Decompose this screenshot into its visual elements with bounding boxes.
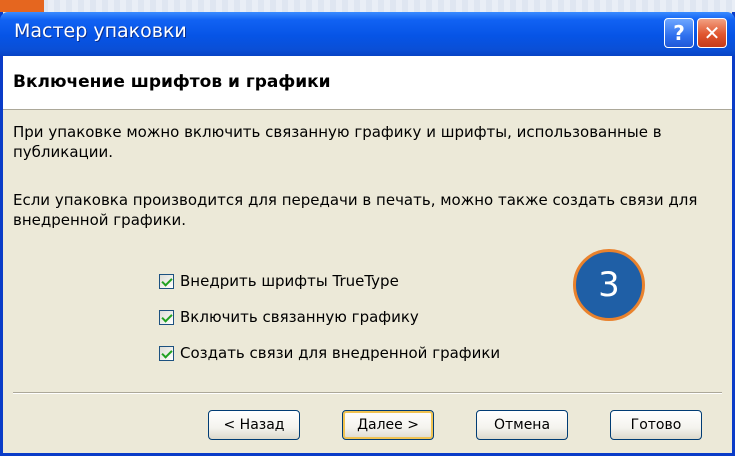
option-include-linked-graphics[interactable]: Включить связанную графику [159, 308, 419, 326]
background-accent [0, 0, 44, 12]
help-button[interactable]: ? [664, 18, 694, 48]
description-paragraph-1: При упаковке можно включить связанную гр… [13, 123, 662, 161]
step-title: Включение шрифтов и графики [13, 72, 331, 92]
next-button[interactable]: Далее > [342, 410, 434, 440]
close-button[interactable]: ✕ [697, 18, 727, 48]
checkbox-checked-icon[interactable] [159, 345, 174, 361]
option-label: Внедрить шрифты TrueType [180, 272, 399, 290]
description-paragraph-2: Если упаковка производится для передачи … [13, 191, 698, 229]
screen: Мастер упаковки ? ✕ Включение шрифтов и … [0, 0, 735, 456]
option-label: Включить связанную графику [180, 308, 419, 326]
option-create-links-embedded[interactable]: Создать связи для внедренной графики [159, 344, 500, 362]
option-label: Создать связи для внедренной графики [180, 344, 501, 362]
option-embed-truetype[interactable]: Внедрить шрифты TrueType [159, 272, 399, 290]
cancel-button[interactable]: Отмена [476, 410, 568, 440]
window-title: Мастер упаковки [14, 20, 187, 42]
divider [13, 392, 722, 394]
checkbox-checked-icon[interactable] [159, 309, 174, 325]
checkbox-checked-icon[interactable] [159, 273, 174, 289]
header-panel: Включение шрифтов и графики [3, 56, 732, 110]
finish-button[interactable]: Готово [610, 410, 702, 440]
title-bar[interactable]: Мастер упаковки ? ✕ [0, 12, 735, 56]
step-number-badge: 3 [573, 249, 645, 321]
pack-wizard-dialog: Мастер упаковки ? ✕ Включение шрифтов и … [0, 12, 735, 456]
back-button[interactable]: < Назад [208, 410, 300, 440]
